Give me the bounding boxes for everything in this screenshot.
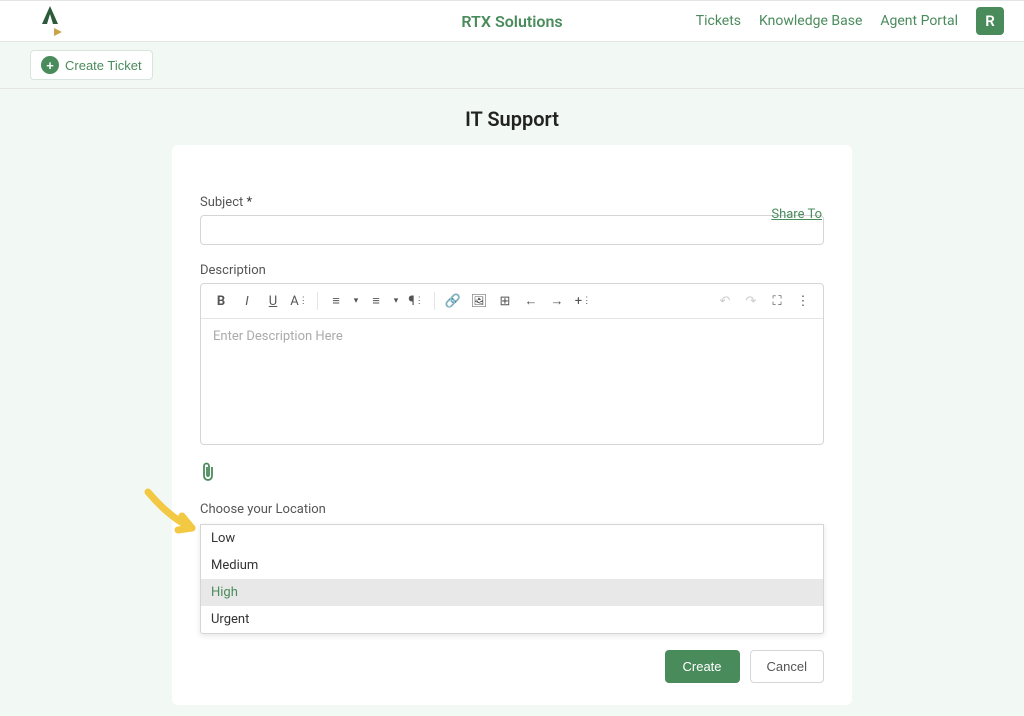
avatar[interactable]: R	[976, 7, 1004, 35]
undo-icon[interactable]: ↶	[713, 290, 737, 312]
menu-icon[interactable]: ⋮	[791, 290, 815, 312]
caret-down-icon[interactable]: ▾	[390, 290, 402, 312]
more-format-icon[interactable]: +⋮	[571, 290, 595, 312]
create-ticket-button[interactable]: + Create Ticket	[30, 50, 153, 80]
form-actions: Create Cancel	[665, 650, 825, 683]
rich-editor: B I U A⋮ ≡ ▾ ≡ ▾ ¶⋮ 🔗 🖼 ⊞ ← → +⋮ ↶ ↷ ⛶ ⋮…	[200, 283, 824, 445]
cancel-button[interactable]: Cancel	[750, 650, 824, 683]
image-icon[interactable]: 🖼	[467, 290, 491, 312]
location-field: Choose your Location Low Medium High Urg…	[200, 502, 824, 517]
arrow-forward-icon[interactable]: →	[545, 290, 569, 312]
description-label: Description	[200, 263, 824, 278]
table-icon[interactable]: ⊞	[493, 290, 517, 312]
dropdown-option-high[interactable]: High	[201, 579, 823, 606]
share-link[interactable]: Share To	[771, 207, 822, 222]
logo	[30, 4, 70, 38]
divider	[434, 292, 435, 310]
divider	[317, 292, 318, 310]
brand-name: RTX Solutions	[461, 12, 562, 31]
attachment-icon[interactable]	[200, 461, 216, 488]
top-nav: Tickets Knowledge Base Agent Portal R	[696, 7, 1004, 35]
subbar: + Create Ticket	[0, 42, 1024, 89]
bold-icon[interactable]: B	[209, 290, 233, 312]
plus-icon: +	[41, 56, 59, 74]
underline-icon[interactable]: U	[261, 290, 285, 312]
unordered-list-icon[interactable]: ≡	[364, 290, 388, 312]
form-card: Share To Subject * Description B I U A⋮ …	[172, 145, 852, 705]
dropdown-option-medium[interactable]: Medium	[201, 552, 823, 579]
subject-input[interactable]	[200, 215, 824, 245]
link-icon[interactable]: 🔗	[441, 290, 465, 312]
arrow-back-icon[interactable]: ←	[519, 290, 543, 312]
editor-toolbar: B I U A⋮ ≡ ▾ ≡ ▾ ¶⋮ 🔗 🖼 ⊞ ← → +⋮ ↶ ↷ ⛶ ⋮	[201, 284, 823, 319]
dropdown-option-urgent[interactable]: Urgent	[201, 606, 823, 633]
font-icon[interactable]: A⋮	[287, 290, 311, 312]
priority-dropdown: Low Medium High Urgent	[200, 524, 824, 634]
page-title: IT Support	[0, 107, 1024, 131]
nav-knowledge-base[interactable]: Knowledge Base	[759, 13, 862, 29]
caret-down-icon[interactable]: ▾	[350, 290, 362, 312]
italic-icon[interactable]: I	[235, 290, 259, 312]
nav-tickets[interactable]: Tickets	[696, 13, 741, 29]
ordered-list-icon[interactable]: ≡	[324, 290, 348, 312]
nav-agent-portal[interactable]: Agent Portal	[880, 13, 958, 29]
create-button[interactable]: Create	[665, 650, 740, 683]
location-label: Choose your Location	[200, 502, 824, 517]
subject-label: Subject *	[200, 195, 824, 210]
create-ticket-label: Create Ticket	[65, 58, 142, 73]
description-input[interactable]: Enter Description Here	[201, 319, 823, 444]
topbar: RTX Solutions Tickets Knowledge Base Age…	[0, 0, 1024, 42]
paragraph-icon[interactable]: ¶⋮	[404, 290, 428, 312]
redo-icon[interactable]: ↷	[739, 290, 763, 312]
dropdown-option-low[interactable]: Low	[201, 525, 823, 552]
fullscreen-icon[interactable]: ⛶	[765, 290, 789, 312]
